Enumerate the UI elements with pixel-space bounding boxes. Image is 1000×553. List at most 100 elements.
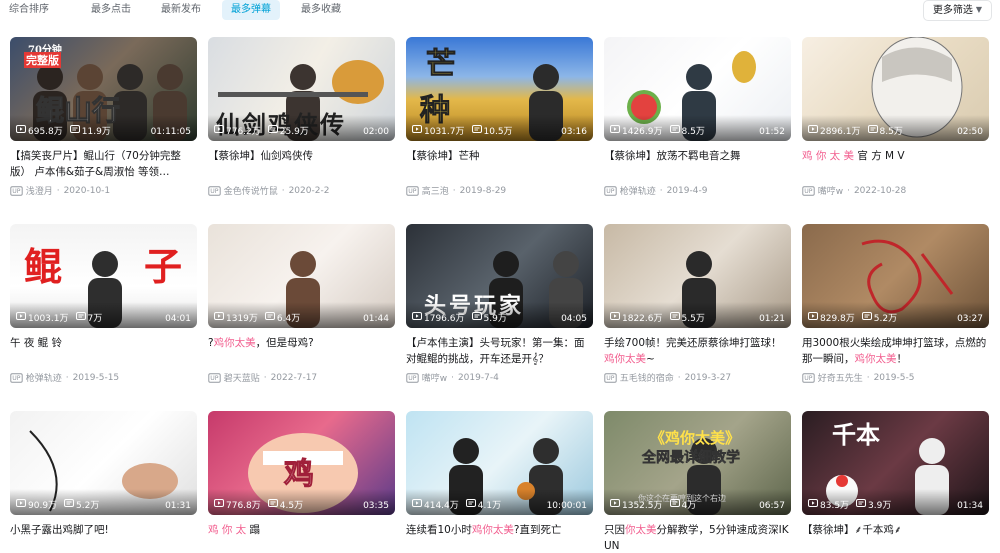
uploader-name[interactable]: 碧天蓝贴 [224, 371, 260, 384]
video-card[interactable]: 鲲 子 1003.1万 7万 04:01 午 夜 鲲 铃 UP 枪弹轨迹 · 20… [10, 224, 197, 384]
danmaku-count: 25.9万 [267, 124, 309, 137]
uploader-name[interactable]: 高三泡 [422, 184, 449, 197]
view-count-text: 829.8万 [820, 314, 855, 324]
video-thumbnail[interactable]: 90.9万 5.2万 01:31 [10, 411, 197, 515]
sort-tab-most-clicks[interactable]: 最多点击 [82, 0, 140, 20]
video-duration: 10:00:01 [546, 501, 587, 511]
sort-tab-most-favorites[interactable]: 最多收藏 [292, 0, 350, 20]
video-card[interactable]: 头号玩家 1796.6万 5.9万 04:05 【卢本伟主演】头号玩家！第一集：… [406, 224, 593, 384]
video-title[interactable]: 【蔡徐坤】仙剑鸡侠传 [208, 148, 395, 180]
uploader-name[interactable]: 嘴哼w [818, 184, 843, 197]
uploader-icon: UP [802, 185, 815, 196]
danmaku-icon [856, 499, 867, 510]
video-thumbnail[interactable]: 414.4万 4.1万 10:00:01 [406, 411, 593, 515]
video-title[interactable]: 【搞笑丧尸片】鲲山行（70分钟完整版） 卢本伟&茹子&周淑怡 等领… [10, 148, 197, 180]
video-meta[interactable]: UP 高三泡 · 2019-8-29 [406, 184, 593, 197]
video-card[interactable]: 芒种 1031.7万 10.5万 03:16 【蔡徐坤】芒种 UP 高三泡 · … [406, 37, 593, 197]
meta-separator: · [65, 372, 69, 383]
thumb-overlay-text: 完整版 [24, 52, 61, 68]
title-text: 【卢本伟主演】头号玩家！第一集：面对鲲鲲的挑战，开车还是开𝄞？ [406, 337, 585, 365]
video-thumbnail[interactable]: 仙剑鸡侠传 776.2万 25.9万 02:00 [208, 37, 395, 141]
play-count-icon [412, 125, 422, 136]
video-meta[interactable]: UP 浅澄月 · 2020-10-1 [10, 184, 197, 197]
danmaku-count: 4.1万 [465, 498, 501, 511]
video-thumbnail[interactable]: 2896.1万 8.5万 02:50 [802, 37, 989, 141]
video-title[interactable]: 手绘700帧！完美还原蔡徐坤打篮球！ 鸡你太美~ [604, 335, 791, 367]
video-title[interactable]: ?鸡你太美，但是母鸡? [208, 335, 395, 367]
video-title[interactable]: 【蔡徐坤】⸙千本鸡⸙ [802, 522, 989, 553]
video-card[interactable]: 829.8万 5.2万 03:27 用3000根火柴绘成坤坤打篮球，点燃的那一瞬… [802, 224, 989, 384]
title-text: 【蔡徐坤】芒种 [406, 150, 480, 162]
title-text: 蹋 [246, 524, 261, 536]
video-meta[interactable]: UP 嘴哼w · 2019-7-4 [406, 371, 593, 384]
video-card[interactable]: 90.9万 5.2万 01:31 小黑子露出鸡脚了吧! [10, 411, 197, 553]
video-thumbnail[interactable]: 1822.6万 5.5万 01:21 [604, 224, 791, 328]
video-title[interactable]: 小黑子露出鸡脚了吧! [10, 522, 197, 553]
uploader-name[interactable]: 浅澄月 [26, 184, 53, 197]
view-count: 414.4万 [412, 498, 459, 511]
video-card[interactable]: 鸡 776.8万 4.5万 03:35 鸡 你 太 蹋 [208, 411, 395, 553]
title-text: 【蔡徐坤】仙剑鸡侠传 [208, 150, 313, 162]
video-meta[interactable]: UP 枪弹轨迹 · 2019-5-15 [10, 371, 197, 384]
video-thumbnail[interactable]: 70分钟 完整版 鲲山行 695.8万 11.9万 01:11:05 [10, 37, 197, 141]
video-meta[interactable]: UP 嘴哼w · 2022-10-28 [802, 184, 989, 197]
video-thumbnail[interactable]: 《鸡你太美》全网最详细教学你这个在要哼到这个右边 1352.5万 4万 06:5… [604, 411, 791, 515]
view-count: 695.8万 [16, 124, 63, 137]
video-card[interactable]: 70分钟 完整版 鲲山行 695.8万 11.9万 01:11:05 【搞笑丧尸片】… [10, 37, 197, 197]
uploader-name[interactable]: 枪弹轨迹 [26, 371, 62, 384]
video-card[interactable]: 1822.6万 5.5万 01:21 手绘700帧！完美还原蔡徐坤打篮球！ 鸡你太… [604, 224, 791, 384]
video-card[interactable]: 1426.9万 8.5万 01:52 【蔡徐坤】放荡不羁电音之舞 UP 枪弹轨迹… [604, 37, 791, 197]
video-title[interactable]: 只因你太美分解教学，5分钟速成资深IKUN [604, 522, 791, 553]
meta-separator: · [677, 372, 681, 383]
video-card[interactable]: 1319万 6.4万 01:44 ?鸡你太美，但是母鸡? UP 碧天蓝贴 · 2… [208, 224, 395, 384]
video-meta[interactable]: UP 五毛钱的宿命 · 2019-3-27 [604, 371, 791, 384]
danmaku-count: 5.5万 [669, 311, 705, 324]
video-meta[interactable]: UP 碧天蓝贴 · 2022-7-17 [208, 371, 395, 384]
danmaku-icon [669, 312, 680, 323]
view-count-text: 1822.6万 [622, 314, 663, 324]
sort-tab-comprehensive[interactable]: 综合排序 [0, 0, 58, 20]
video-stats: 1031.7万 10.5万 [412, 124, 513, 137]
video-thumbnail[interactable]: 千本 83.5万 3.9万 01:34 [802, 411, 989, 515]
title-highlight: 你太美 [625, 524, 657, 536]
video-duration: 03:35 [363, 501, 389, 511]
uploader-name[interactable]: 金色传说竹鼠 [224, 184, 278, 197]
video-thumbnail[interactable]: 芒种 1031.7万 10.5万 03:16 [406, 37, 593, 141]
title-highlight: 鸡 你 太 [208, 524, 247, 536]
uploader-name[interactable]: 好奇五先生 [818, 371, 863, 384]
uploader-name[interactable]: 枪弹轨迹 [620, 184, 656, 197]
video-meta[interactable]: UP 枪弹轨迹 · 2019-4-9 [604, 184, 791, 197]
video-thumbnail[interactable]: 1426.9万 8.5万 01:52 [604, 37, 791, 141]
uploader-icon: UP [604, 185, 617, 196]
video-thumbnail[interactable]: 鸡 776.8万 4.5万 03:35 [208, 411, 395, 515]
video-thumbnail[interactable]: 1319万 6.4万 01:44 [208, 224, 395, 328]
video-thumbnail[interactable]: 鲲 子 1003.1万 7万 04:01 [10, 224, 197, 328]
video-title[interactable]: 鸡 你 太 蹋 [208, 522, 395, 553]
video-stats: 1352.5万 4万 [610, 498, 696, 511]
video-title[interactable]: 鸡 你 太 美 官 方 M V [802, 148, 989, 180]
publish-date: 2022-10-28 [853, 185, 907, 196]
video-stats: 776.2万 25.9万 [214, 124, 309, 137]
sort-tab-most-danmaku[interactable]: 最多弹幕 [222, 0, 280, 20]
video-meta[interactable]: UP 好奇五先生 · 2019-5-5 [802, 371, 989, 384]
video-title[interactable]: 【卢本伟主演】头号玩家！第一集：面对鲲鲲的挑战，开车还是开𝄞？ [406, 335, 593, 367]
sort-tab-newest[interactable]: 最新发布 [152, 0, 210, 20]
video-thumbnail[interactable]: 头号玩家 1796.6万 5.9万 04:05 [406, 224, 593, 328]
uploader-name[interactable]: 嘴哼w [422, 371, 447, 384]
video-card[interactable]: 414.4万 4.1万 10:00:01 连续看10小时鸡你太美?直到死亡 [406, 411, 593, 553]
video-title[interactable]: 【蔡徐坤】放荡不羁电音之舞 [604, 148, 791, 180]
video-title[interactable]: 连续看10小时鸡你太美?直到死亡 [406, 522, 593, 553]
uploader-name[interactable]: 五毛钱的宿命 [620, 371, 674, 384]
video-title[interactable]: 用3000根火柴绘成坤坤打篮球，点燃的那一瞬间，鸡你太美！ [802, 335, 989, 367]
view-count-text: 1796.6万 [424, 314, 465, 324]
video-card[interactable]: 仙剑鸡侠传 776.2万 25.9万 02:00 【蔡徐坤】仙剑鸡侠传 UP 金… [208, 37, 395, 197]
video-card[interactable]: 2896.1万 8.5万 02:50 鸡 你 太 美 官 方 M V UP 嘴哼… [802, 37, 989, 197]
video-title[interactable]: 午 夜 鲲 铃 [10, 335, 197, 367]
video-title[interactable]: 【蔡徐坤】芒种 [406, 148, 593, 180]
video-card[interactable]: 《鸡你太美》全网最详细教学你这个在要哼到这个右边 1352.5万 4万 06:5… [604, 411, 791, 553]
more-filter-button[interactable]: 更多筛选 ▼ [922, 0, 992, 21]
danmaku-count-text: 4.5万 [279, 501, 304, 511]
video-meta[interactable]: UP 金色传说竹鼠 · 2020-2-2 [208, 184, 395, 197]
video-card[interactable]: 千本 83.5万 3.9万 01:34 【蔡徐坤】⸙千本鸡⸙ [802, 411, 989, 553]
video-thumbnail[interactable]: 829.8万 5.2万 03:27 [802, 224, 989, 328]
